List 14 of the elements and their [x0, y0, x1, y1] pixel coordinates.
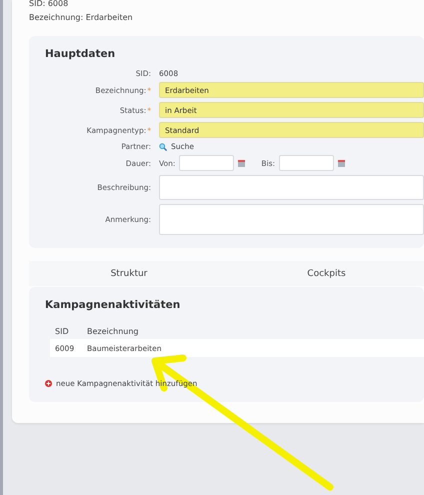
section-title: Hauptdaten [45, 48, 116, 60]
calendar-icon[interactable] [238, 160, 246, 166]
column-header: Bezeichnung [82, 323, 424, 339]
date-field[interactable] [279, 155, 334, 171]
date-field[interactable] [179, 155, 234, 171]
tab[interactable]: Cockpits [303, 266, 350, 280]
tab[interactable]: Struktur [106, 266, 152, 280]
column-header: SID [50, 323, 82, 339]
record-sid: SID: 6008 [29, 0, 70, 8]
search-icon[interactable] [159, 142, 167, 150]
record-name: Bezeichnung: Erdarbeiten [29, 13, 134, 22]
add-icon[interactable] [45, 380, 52, 387]
calendar-icon[interactable] [338, 160, 346, 166]
section-title: Kampagnenaktivitäten [45, 299, 182, 311]
